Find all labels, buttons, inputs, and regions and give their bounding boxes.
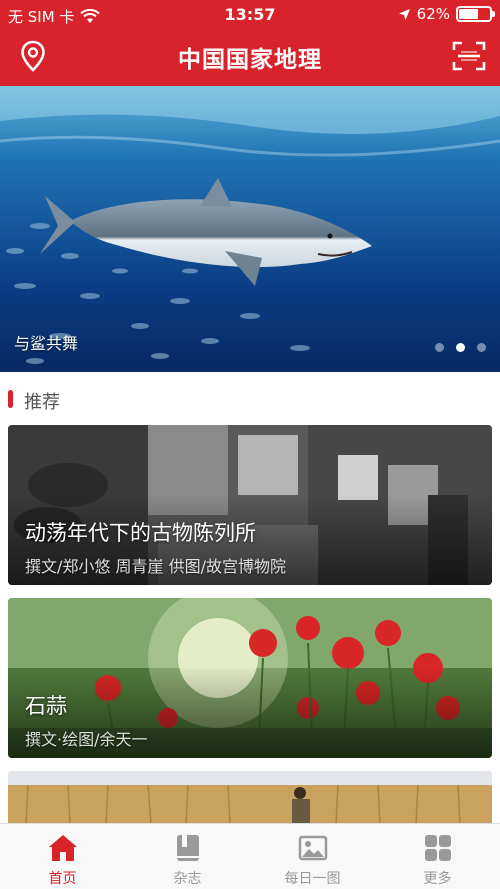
- page-title: 中国国家地理: [178, 47, 322, 73]
- article-title: 石蒜: [25, 694, 67, 718]
- tab-more[interactable]: 更多: [375, 824, 500, 889]
- image-icon: [298, 835, 327, 861]
- article-list: 动荡年代下的古物陈列所 撰文/郑小悠 周青崖 供图/故宫博物院 石蒜 撰文·绘图…: [0, 424, 500, 824]
- section-header: 推荐: [0, 372, 500, 424]
- tab-label: 更多: [423, 871, 452, 887]
- article-image: [8, 771, 492, 824]
- section-accent-bar: [8, 390, 13, 408]
- app-root: 无 SIM 卡 13:57 62% 中国国家地理 与鲨共舞 推荐 动荡年代下的古…: [0, 0, 500, 889]
- tab-magazine[interactable]: 杂志: [125, 824, 250, 889]
- status-right: 62%: [398, 5, 495, 23]
- battery-icon: [456, 6, 495, 22]
- section-title: 推荐: [24, 392, 60, 413]
- article-byline: 撰文/郑小悠 周青崖 供图/故宫博物院: [25, 557, 286, 576]
- tab-home[interactable]: 首页: [0, 824, 125, 889]
- article-title: 动荡年代下的古物陈列所: [25, 521, 256, 545]
- tab-label: 杂志: [173, 871, 202, 887]
- carousel-dot[interactable]: [477, 343, 486, 352]
- carousel-dots: [435, 343, 486, 352]
- battery-fill: [459, 9, 478, 19]
- hero-caption: 与鲨共舞: [14, 334, 79, 353]
- home-icon: [48, 835, 77, 861]
- location-arrow-icon: [398, 8, 410, 20]
- tab-bar: 首页 杂志 每日一图 更多: [0, 823, 500, 889]
- article-card[interactable]: 动荡年代下的古物陈列所 撰文/郑小悠 周青崖 供图/故宫博物院: [8, 425, 492, 585]
- article-byline: 撰文·绘图/余天一: [25, 730, 148, 749]
- nav-bar: 中国国家地理: [0, 30, 500, 86]
- tab-label: 首页: [48, 871, 77, 887]
- magazine-icon: [176, 835, 199, 861]
- article-card[interactable]: [8, 771, 492, 824]
- tab-daily-photo[interactable]: 每日一图: [250, 824, 375, 889]
- hero-banner[interactable]: 与鲨共舞: [0, 86, 500, 372]
- carousel-dot[interactable]: [435, 343, 444, 352]
- battery-percent: 62%: [416, 5, 450, 23]
- carousel-dot-active[interactable]: [456, 343, 465, 352]
- tab-label: 每日一图: [284, 871, 341, 887]
- grid-icon: [424, 835, 451, 861]
- article-card[interactable]: 石蒜 撰文·绘图/余天一: [8, 598, 492, 758]
- status-bar: 无 SIM 卡 13:57 62%: [0, 0, 500, 30]
- scan-icon[interactable]: [452, 40, 486, 72]
- header: 无 SIM 卡 13:57 62% 中国国家地理: [0, 0, 500, 86]
